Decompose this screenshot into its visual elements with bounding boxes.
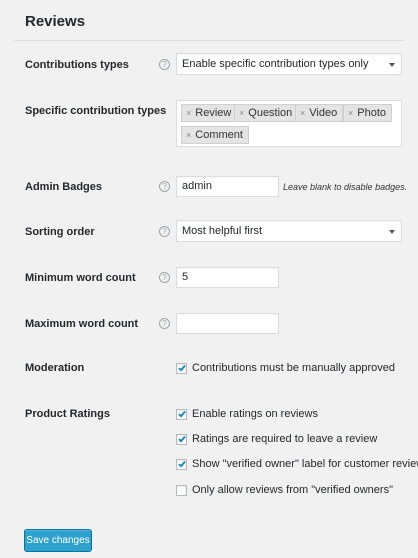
verified-only-checkbox[interactable] (176, 485, 187, 496)
chevron-down-icon (389, 230, 395, 234)
divider (14, 40, 404, 41)
admin-badges-input[interactable]: admin (176, 176, 279, 197)
max-word-count-label: Maximum word count (25, 318, 139, 330)
specific-types-label: Specific contribution types (25, 105, 167, 117)
section-title: Reviews (25, 13, 86, 30)
checkmark-icon (178, 459, 186, 468)
tag-question[interactable]: × Question (234, 104, 299, 122)
help-icon[interactable]: ? (159, 272, 170, 283)
close-icon[interactable]: × (186, 108, 191, 118)
ratings-option-label: Enable ratings on reviews (192, 408, 318, 420)
min-word-count-input[interactable]: 5 (176, 267, 279, 288)
tag-label: Video (309, 107, 338, 119)
checkmark-icon (178, 434, 186, 443)
help-icon[interactable]: ? (159, 181, 170, 192)
settings-panel: Reviews Contributions types ? Enable spe… (6, 4, 418, 554)
checkmark-icon (178, 363, 186, 372)
tag-review[interactable]: × Review (181, 104, 238, 122)
help-icon[interactable]: ? (159, 318, 170, 329)
sorting-order-selected: Most helpful first (182, 225, 263, 237)
help-icon[interactable]: ? (159, 59, 170, 70)
moderation-label: Moderation (25, 362, 85, 374)
moderation-option-label: Contributions must be manually approved (192, 362, 396, 374)
close-icon[interactable]: × (300, 108, 305, 118)
close-icon[interactable]: × (348, 108, 353, 118)
sorting-order-select[interactable]: Most helpful first (176, 220, 402, 242)
admin-badges-description: Leave blank to disable badges. (283, 182, 408, 192)
specific-types-multiselect[interactable]: × Review × Question × Video × Photo × Comment (176, 100, 402, 147)
min-word-count-label: Minimum word count (25, 272, 136, 284)
product-ratings-label: Product Ratings (25, 408, 110, 420)
tag-label: Question (248, 107, 293, 119)
contribution-types-select[interactable]: Enable specific contribution types only (176, 53, 402, 75)
moderation-checkbox[interactable] (176, 363, 187, 374)
checkmark-icon (178, 409, 186, 418)
tag-label: Comment (195, 129, 243, 141)
tag-video[interactable]: × Video (295, 104, 344, 122)
ratings-option-label: Show "verified owner" label for customer… (192, 458, 418, 470)
tag-label: Photo (357, 107, 387, 119)
max-word-count-input[interactable] (176, 313, 279, 334)
ratings-required-checkbox[interactable] (176, 434, 187, 445)
contribution-types-label: Contributions types (25, 59, 129, 71)
admin-badges-label: Admin Badges (25, 181, 103, 193)
tag-comment[interactable]: × Comment (181, 126, 249, 144)
help-icon[interactable]: ? (159, 226, 170, 237)
save-changes-button[interactable]: Save changes (24, 529, 92, 552)
tag-photo[interactable]: × Photo (343, 104, 393, 122)
close-icon[interactable]: × (186, 130, 191, 140)
ratings-enable-checkbox[interactable] (176, 409, 187, 420)
close-icon[interactable]: × (239, 108, 244, 118)
ratings-option-label: Only allow reviews from "verified owners… (192, 484, 393, 496)
contribution-types-selected: Enable specific contribution types only (182, 58, 369, 70)
verified-label-checkbox[interactable] (176, 459, 187, 470)
tag-label: Review (195, 107, 232, 119)
chevron-down-icon (389, 63, 395, 67)
sorting-order-label: Sorting order (25, 226, 95, 238)
ratings-option-label: Ratings are required to leave a review (192, 433, 378, 445)
